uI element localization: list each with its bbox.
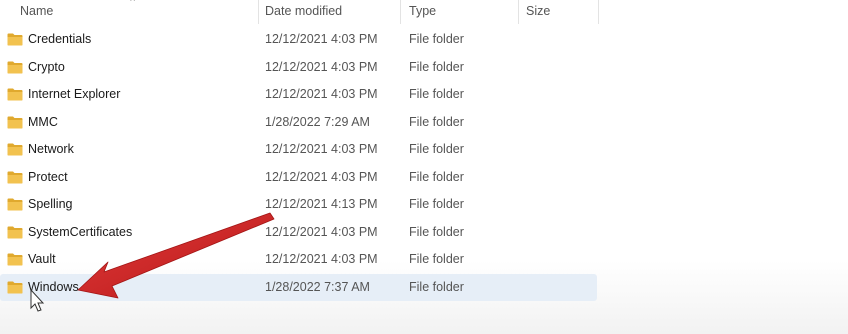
file-name: Internet Explorer — [28, 87, 121, 101]
column-header-type-label: Type — [409, 4, 437, 18]
folder-icon — [7, 116, 23, 128]
file-type: File folder — [409, 252, 464, 266]
column-header-size-label: Size — [526, 4, 551, 18]
file-type: File folder — [409, 114, 464, 129]
file-type: File folder — [409, 142, 464, 156]
file-row[interactable]: Internet Explorer 12/12/2021 4:03 PM File … — [0, 81, 597, 108]
file-name: MMC — [28, 114, 58, 129]
column-header-name[interactable]: Name ⌃ — [0, 0, 259, 24]
folder-icon — [7, 281, 23, 293]
column-header-size[interactable]: Size — [519, 0, 599, 24]
file-row[interactable]: Protect 12/12/2021 4:03 PM File folder — [0, 164, 597, 191]
folder-icon — [7, 88, 23, 101]
file-date-modified: 12/12/2021 4:03 PM — [265, 224, 378, 239]
file-type: File folder — [409, 279, 464, 294]
file-row[interactable]: SystemCertificates 12/12/2021 4:03 PM File… — [0, 219, 597, 246]
folder-icon — [7, 61, 23, 73]
sort-ascending-icon: ⌃ — [128, 0, 138, 9]
file-date-modified: 12/12/2021 4:03 PM — [265, 32, 378, 46]
file-date-modified: 1/28/2022 7:37 AM — [265, 279, 370, 294]
file-row[interactable]: Windows 1/28/2022 7:37 AM File folder — [0, 273, 597, 301]
file-row[interactable]: Crypto 12/12/2021 4:03 PM File folder — [0, 54, 597, 81]
file-date-modified: 12/12/2021 4:03 PM — [265, 142, 378, 156]
file-name: Network — [28, 142, 74, 156]
folder-icon — [7, 253, 23, 266]
folder-icon — [7, 198, 23, 211]
file-name: Vault — [28, 252, 56, 266]
file-type: File folder — [409, 87, 464, 101]
file-row[interactable]: MMC 1/28/2022 7:29 AM File folder — [0, 109, 597, 136]
column-header-date-modified-label: Date modified — [265, 4, 343, 18]
column-header-type[interactable]: Type — [401, 0, 519, 24]
file-name: Windows — [28, 279, 79, 294]
column-header-date-modified[interactable]: Date modified — [259, 0, 401, 24]
file-type: File folder — [409, 59, 464, 74]
file-name: Spelling — [28, 197, 73, 211]
folder-icon — [7, 171, 23, 183]
file-type: File folder — [409, 224, 464, 239]
file-row[interactable]: Vault 12/12/2021 4:03 PM File folder — [0, 246, 597, 273]
file-date-modified: 1/28/2022 7:29 AM — [265, 114, 370, 129]
file-type: File folder — [409, 32, 464, 46]
file-type: File folder — [409, 197, 464, 211]
file-date-modified: 12/12/2021 4:03 PM — [265, 169, 378, 184]
folder-icon — [7, 33, 23, 46]
file-row[interactable]: Credentials 12/12/2021 4:03 PM File folder — [0, 26, 597, 53]
file-date-modified: 12/12/2021 4:03 PM — [265, 87, 378, 101]
file-date-modified: 12/12/2021 4:13 PM — [265, 197, 378, 211]
file-name: SystemCertificates — [28, 224, 133, 239]
file-name: Credentials — [28, 32, 92, 46]
file-row[interactable]: Spelling 12/12/2021 4:13 PM File folder — [0, 191, 597, 218]
column-header-bar: Name ⌃ Date modified Type Size — [0, 0, 600, 24]
file-date-modified: 12/12/2021 4:03 PM — [265, 252, 378, 266]
file-row[interactable]: Network 12/12/2021 4:03 PM File folder — [0, 136, 597, 163]
file-name: Crypto — [28, 59, 65, 74]
file-name: Protect — [28, 169, 68, 184]
file-date-modified: 12/12/2021 4:03 PM — [265, 59, 378, 74]
file-type: File folder — [409, 169, 464, 184]
folder-icon — [7, 143, 23, 156]
folder-icon — [7, 226, 23, 238]
column-header-name-label: Name — [20, 4, 54, 18]
